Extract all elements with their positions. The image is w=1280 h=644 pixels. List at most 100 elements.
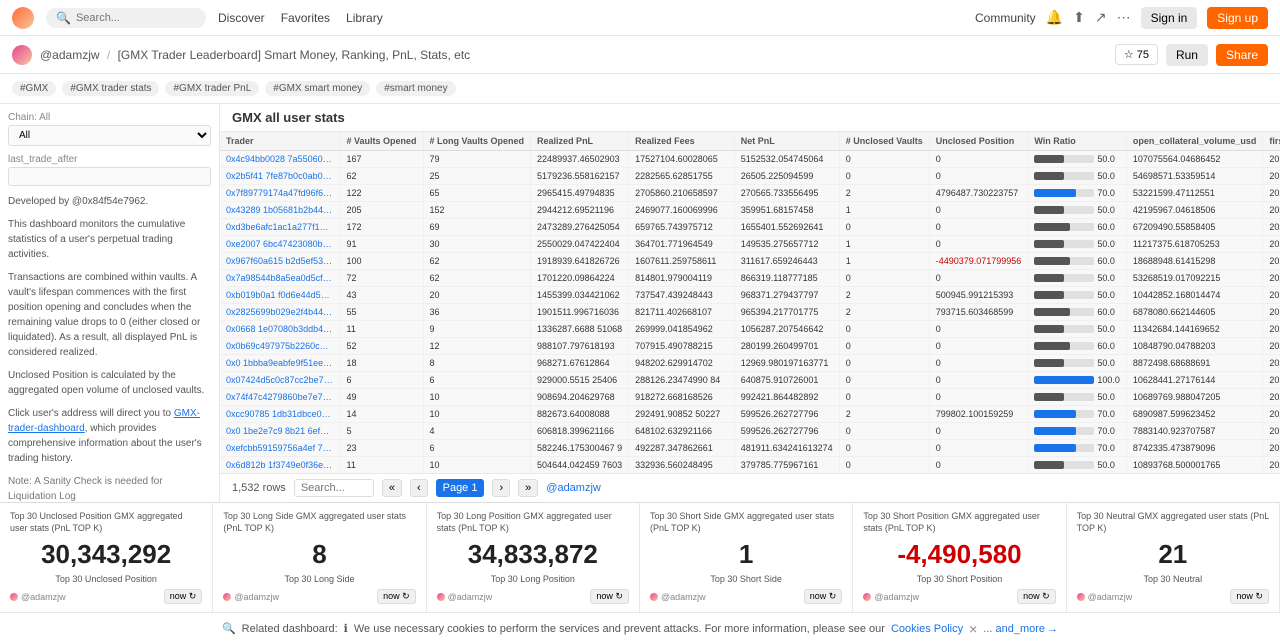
table-cell[interactable]: 0x74f47c4279860be7e7bf7bde0c7e7f5b4b1e45…: [220, 389, 340, 406]
current-page-button[interactable]: Page 1: [436, 479, 485, 497]
col-trader[interactable]: Trader: [220, 132, 340, 151]
table-cell[interactable]: 0x4c94bb0028 7a5506071la61287e3707742509…: [220, 151, 340, 168]
col-net-pnl[interactable]: Net PnL: [734, 132, 839, 151]
tag-item[interactable]: #GMX smart money: [265, 81, 370, 96]
table-row: 0x0668 1e07080b3ddb4a776704cf7 7fd3 2c7 …: [220, 321, 1280, 338]
stat-card[interactable]: Top 30 Short Side GMX aggregated user st…: [640, 503, 853, 612]
stat-value: 30,343,292: [10, 540, 202, 569]
creator-name[interactable]: @adamzjw: [874, 592, 919, 602]
stat-card[interactable]: Top 30 Short Position GMX aggregated use…: [853, 503, 1066, 612]
cookies-policy-link[interactable]: Cookies Policy: [891, 623, 963, 635]
table-cell[interactable]: 0x43289 1b05681b2b44de3500 1e446b40e6606…: [220, 202, 340, 219]
table-header-row: Trader # Vaults Opened # Long Vaults Ope…: [220, 132, 1280, 151]
table-cell[interactable]: 0xd3be6afc1ac1a277f1d5f001900e4b0c42b060…: [220, 219, 340, 236]
stat-creator: @adamzjw: [863, 592, 919, 602]
col-vaults[interactable]: # Vaults Opened: [340, 132, 423, 151]
sign-up-button[interactable]: Sign up: [1207, 7, 1268, 29]
chain-select[interactable]: All Arbitrum Avalanche: [8, 125, 211, 146]
sign-in-button[interactable]: Sign in: [1141, 7, 1198, 29]
table-cell[interactable]: 0x967f60a615 b2d5ef53a8ce06f847bf5c0d89: [220, 253, 340, 270]
creator-name[interactable]: @adamzjw: [234, 592, 279, 602]
last-trade-input[interactable]: 2023-01-01 00:00:00: [8, 167, 211, 186]
stat-card[interactable]: Top 30 Neutral GMX aggregated user stats…: [1067, 503, 1280, 612]
search-input[interactable]: [76, 12, 196, 24]
nav-library[interactable]: Library: [346, 11, 383, 25]
refresh-button[interactable]: now ↻: [1230, 589, 1269, 604]
tag-item[interactable]: #GMX trader stats: [62, 81, 159, 96]
table-cell[interactable]: 0xcc90785 1db31dbce0c02 109f32824 1122b6…: [220, 406, 340, 423]
table-cell: 0: [929, 372, 1028, 389]
more-link[interactable]: ... and_more →: [983, 623, 1058, 635]
col-win-ratio[interactable]: Win Ratio: [1028, 132, 1127, 151]
col-long-vaults[interactable]: # Long Vaults Opened: [423, 132, 531, 151]
refresh-button[interactable]: now ↻: [377, 589, 416, 604]
search-filter-input[interactable]: [294, 479, 374, 497]
share-button[interactable]: Share: [1216, 44, 1268, 66]
col-first-block[interactable]: first_open_block_time: [1263, 132, 1280, 151]
table-cell[interactable]: 0x7f89779174a47fd96f67ab282c dfd87ab6fc: [220, 185, 340, 202]
table-cell[interactable]: 0x6d812b 1f3749e0f36e1c9ad7e 5d16cab9ae3…: [220, 457, 340, 474]
creator-name[interactable]: @adamzjw: [448, 592, 493, 602]
table-cell: 62: [423, 270, 531, 287]
nav-favorites[interactable]: Favorites: [281, 11, 330, 25]
table-cell: 1607611.259758611: [629, 253, 735, 270]
creator-name[interactable]: @adamzjw: [21, 592, 66, 602]
table-cell: 8: [423, 355, 531, 372]
table-cell: 648102.632921166: [629, 423, 735, 440]
table-cell[interactable]: 0x2b5f41 7fe87b0c0ab0fae018b5d04ab407557…: [220, 168, 340, 185]
prev-page-button[interactable]: ‹: [410, 479, 428, 497]
creator-name[interactable]: @adamzjw: [1088, 592, 1133, 602]
stat-creator: @adamzjw: [10, 592, 66, 602]
table-cell[interactable]: 0x0668 1e07080b3ddb4a776704cf7 7fd3 2c7 …: [220, 321, 340, 338]
share-icon[interactable]: ↗: [1095, 9, 1107, 26]
run-button[interactable]: Run: [1166, 44, 1208, 66]
next-page-button[interactable]: ›: [492, 479, 510, 497]
tag-item[interactable]: #smart money: [376, 81, 455, 96]
gmx-dashboard-link[interactable]: GMX-trader-dashboard: [8, 408, 200, 434]
table-cell[interactable]: 0x0 1bbba9eabfe9f51ee5be60be ef53 cf55e9…: [220, 355, 340, 372]
tag-item[interactable]: #GMX trader PnL: [165, 81, 259, 96]
table-cell[interactable]: 0x0 1be2e7c9 8b21 6ef5eec1d3e15ef57ef59e…: [220, 423, 340, 440]
menu-icon[interactable]: ⋯: [1117, 9, 1131, 26]
creator-link[interactable]: @adamzjw: [546, 482, 601, 494]
table-cell: 70.0: [1028, 406, 1127, 423]
table-cell: 2965415.49794835: [531, 185, 629, 202]
first-page-button[interactable]: «: [382, 479, 402, 497]
cookie-close-button[interactable]: ×: [969, 621, 977, 637]
col-realized-fees[interactable]: Realized Fees: [629, 132, 735, 151]
col-unclosed-vaults[interactable]: # Unclosed Vaults: [839, 132, 929, 151]
table-cell: 100.0: [1028, 372, 1127, 389]
upload-icon[interactable]: ⬆: [1073, 9, 1085, 26]
table-cell[interactable]: 0x2825699b029e2f4b44be40a40db09b1a1bfd21…: [220, 304, 340, 321]
stat-card[interactable]: Top 30 Long Position GMX aggregated user…: [427, 503, 640, 612]
search-bar[interactable]: 🔍: [46, 8, 206, 28]
nav-community[interactable]: Community: [975, 11, 1036, 25]
stat-card[interactable]: Top 30 Unclosed Position GMX aggregated …: [0, 503, 213, 612]
stat-card[interactable]: Top 30 Long Side GMX aggregated user sta…: [213, 503, 426, 612]
search-icon: 🔍: [56, 11, 71, 25]
tag-item[interactable]: #GMX: [12, 81, 56, 96]
table-cell: 492287.347862661: [629, 440, 735, 457]
last-page-button[interactable]: »: [518, 479, 538, 497]
table-container[interactable]: Trader # Vaults Opened # Long Vaults Ope…: [220, 132, 1280, 473]
table-cell[interactable]: 0xb019b0a1 f0d6e44d5c0e0c0cc4c4b82 f1b70…: [220, 287, 340, 304]
nav-discover[interactable]: Discover: [218, 11, 265, 25]
table-cell[interactable]: 0x7a98544b8a5ea0d5cf3e7ab3e714e353 1b524: [220, 270, 340, 287]
col-realized-pnl[interactable]: Realized PnL: [531, 132, 629, 151]
breadcrumb-user[interactable]: @adamzjw: [40, 48, 100, 62]
col-collateral[interactable]: open_collateral_volume_usd: [1126, 132, 1263, 151]
col-unclosed-pos[interactable]: Unclosed Position: [929, 132, 1028, 151]
star-button[interactable]: ☆ 75: [1115, 44, 1158, 65]
arrow-icon: →: [1047, 623, 1058, 635]
refresh-button[interactable]: now ↻: [164, 589, 203, 604]
refresh-button[interactable]: now ↻: [590, 589, 629, 604]
table-cell[interactable]: 0x07424d5c0c87cc2be7654c99640f790b0e3b58…: [220, 372, 340, 389]
notification-icon[interactable]: 🔔: [1046, 9, 1063, 26]
creator-name[interactable]: @adamzjw: [661, 592, 706, 602]
table-cell[interactable]: 0xe2007 6bc47423080b07b4ed5 7b540455e3 2…: [220, 236, 340, 253]
table-cell: 2022-04-12 20:47: [1263, 236, 1280, 253]
table-cell[interactable]: 0x0b69c497975b2260c027 7fd91e5266 6c2e3b…: [220, 338, 340, 355]
table-cell[interactable]: 0xefcbb59159756a4ef 76ae04618b059 91b1fe…: [220, 440, 340, 457]
refresh-button[interactable]: now ↻: [804, 589, 843, 604]
refresh-button[interactable]: now ↻: [1017, 589, 1056, 604]
